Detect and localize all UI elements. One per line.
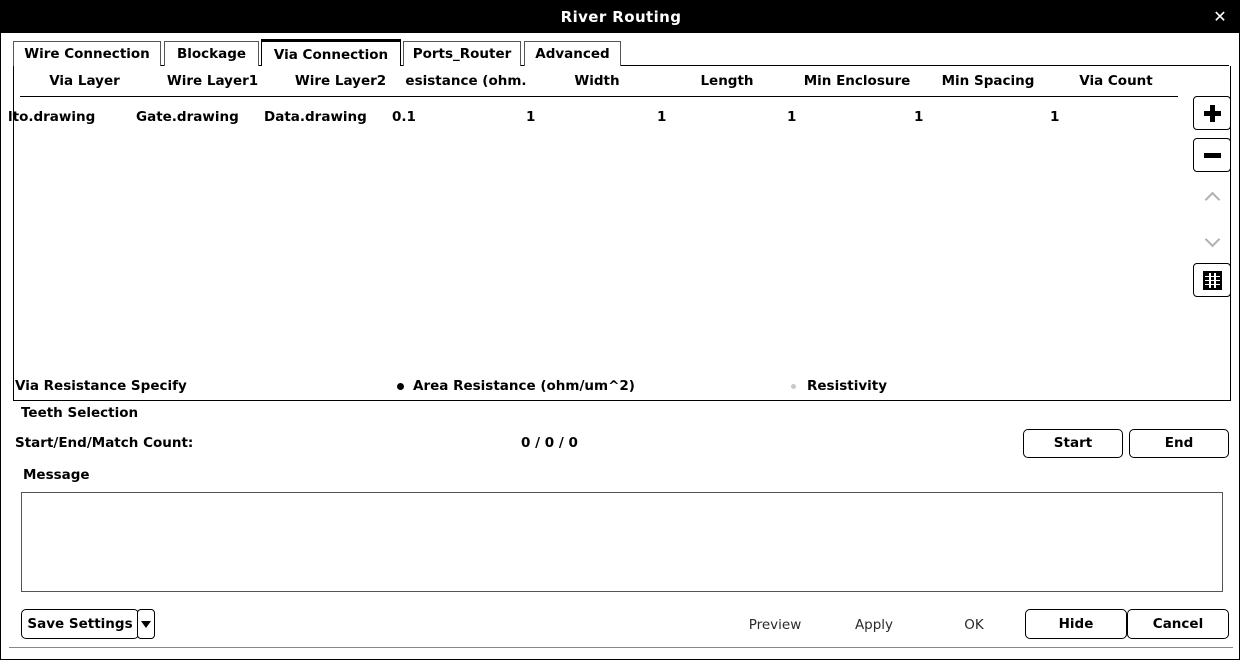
chevron-down-icon (141, 620, 151, 628)
footer-divider (9, 647, 1233, 648)
column-header[interactable]: Wire Layer2 (278, 66, 403, 96)
cancel-button[interactable]: Cancel (1127, 609, 1229, 639)
chevron-up-icon (1206, 194, 1219, 201)
teeth-selection-label: Teeth Selection (21, 405, 139, 421)
column-header[interactable]: Via Layer (22, 66, 147, 96)
move-down-button[interactable] (1193, 224, 1231, 250)
start-end-match-count-value: 0 / 0 / 0 (521, 435, 578, 451)
column-header[interactable]: Length (672, 66, 782, 96)
save-settings-dropdown-button[interactable] (137, 609, 155, 639)
column-header[interactable]: Min Spacing (930, 66, 1046, 96)
table-cell: Gate.drawing (136, 109, 239, 125)
message-label: Message (23, 467, 90, 483)
table-cell: Data.drawing (264, 109, 367, 125)
column-header[interactable]: Wire Layer1 (150, 66, 275, 96)
tab-blockage[interactable]: Blockage (164, 41, 259, 66)
table-cell: 1 (657, 109, 667, 125)
via-connection-table-panel: Via Layer Wire Layer1 Wire Layer2 esistance… (8, 66, 1231, 401)
start-button[interactable]: Start (1023, 429, 1123, 458)
chevron-down-icon (1206, 234, 1219, 241)
column-header[interactable]: Via Count (1058, 66, 1174, 96)
hide-button[interactable]: Hide (1025, 609, 1127, 639)
message-textarea[interactable] (21, 492, 1223, 592)
start-end-match-count-label: Start/End/Match Count: (15, 435, 194, 451)
close-icon[interactable]: ✕ (1207, 1, 1233, 33)
remove-row-button[interactable] (1193, 138, 1231, 172)
tab-ports-router[interactable]: Ports_Router (403, 41, 521, 66)
table-header-row: Via Layer Wire Layer1 Wire Layer2 esistance… (14, 66, 1230, 96)
column-header[interactable]: Min Enclosure (792, 66, 922, 96)
table-view-button[interactable] (1193, 263, 1231, 297)
tab-bar: Wire Connection Blockage Via Connection Por… (13, 39, 1229, 66)
table-cell: 1 (1050, 109, 1060, 125)
table-cell: lto.drawing (8, 109, 96, 125)
move-up-button[interactable] (1193, 184, 1231, 210)
via-resistance-specify-row: Via Resistance Specify Area Resistance (… (15, 375, 1227, 397)
radio-label: Area Resistance (ohm/um^2) (413, 378, 635, 394)
title-bar: River Routing ✕ (1, 1, 1239, 33)
tab-wire-connection[interactable]: Wire Connection (13, 41, 161, 66)
radio-unselected-icon (791, 383, 796, 389)
radio-label: Resistivity (807, 378, 888, 394)
table-cell: 1 (914, 109, 924, 125)
via-resistance-specify-label: Via Resistance Specify (15, 378, 187, 394)
river-routing-dialog: River Routing ✕ Wire Connection Blockage V… (0, 0, 1240, 660)
save-settings-button[interactable]: Save Settings (21, 609, 139, 639)
radio-selected-icon (397, 382, 404, 390)
apply-button[interactable]: Apply (841, 613, 907, 637)
preview-button[interactable]: Preview (739, 613, 811, 637)
ok-button[interactable]: OK (947, 613, 1001, 637)
table-cell: 0.1 (392, 109, 416, 125)
column-header[interactable]: esistance (ohm. (400, 66, 532, 96)
table-row[interactable]: lto.drawing Gate.drawing Data.drawing 0.1 1 1… (8, 104, 1230, 130)
tab-advanced[interactable]: Advanced (524, 41, 621, 66)
tab-via-connection[interactable]: Via Connection (261, 39, 401, 66)
plus-icon (1203, 104, 1221, 122)
radio-area-resistance-ohm-um-2[interactable]: Area Resistance (ohm/um^2) (397, 375, 635, 397)
table-icon (1202, 270, 1222, 290)
end-button[interactable]: End (1129, 429, 1229, 458)
table-cell: 1 (787, 109, 797, 125)
window-title: River Routing (560, 8, 682, 26)
table-header-rule (20, 96, 1178, 97)
column-header[interactable]: Width (542, 66, 652, 96)
minus-icon (1203, 152, 1221, 158)
table-cell: 1 (526, 109, 536, 125)
add-row-button[interactable] (1193, 96, 1231, 130)
radio-resistivity[interactable]: Resistivity (791, 375, 887, 397)
